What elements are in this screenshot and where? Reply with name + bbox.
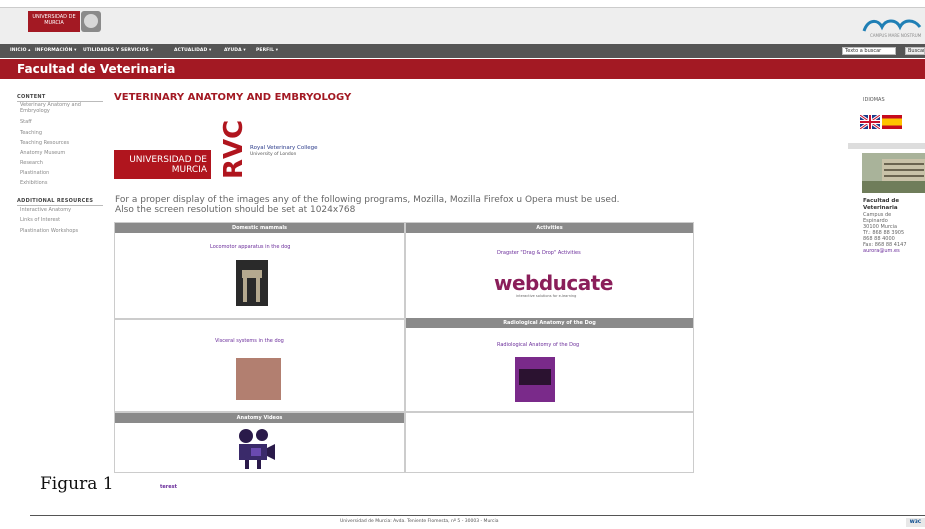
university-seal-icon: [81, 11, 101, 32]
sidebar-item-teaching[interactable]: Teaching: [20, 130, 42, 136]
webducate-logo[interactable]: webducate: [494, 271, 613, 295]
rvc-university: University of London: [250, 152, 297, 157]
sidebar-item-plastination-workshops[interactable]: Plastination Workshops: [20, 228, 78, 234]
link-locomotor[interactable]: Locomotor apparatus in the dog: [210, 244, 290, 250]
footer-address: Universidad de Murcia: Avda. Teniente Fl…: [340, 519, 499, 524]
sidebar-item-plastination[interactable]: Plastination: [20, 170, 49, 176]
cell-empty: [405, 412, 694, 473]
rvc-logo-mark[interactable]: RVC: [218, 119, 248, 181]
languages-label: IDIOMAS: [863, 97, 885, 103]
browser-note: For a proper display of the images any o…: [115, 195, 620, 205]
photo-frame-bar: [848, 143, 925, 149]
sidebar-heading-content: CONTENT: [17, 94, 103, 102]
w3c-badge[interactable]: W3C: [906, 518, 925, 527]
search-input[interactable]: Texto a buscar: [842, 47, 896, 55]
sidebar-item-teaching-resources[interactable]: Teaching Resources: [20, 140, 69, 146]
spanish-flag-icon[interactable]: [882, 115, 902, 129]
campus-logo-text: CAMPUS MARE NOSTRUM: [870, 33, 922, 38]
link-dragster[interactable]: Dragster "Drag & Drop" Activities: [497, 250, 581, 256]
resolution-note: Also the screen resolution should be set…: [115, 205, 356, 215]
link-radiological[interactable]: Radiological Anatomy of the Dog: [497, 342, 579, 348]
sidebar-item-interactive-anatomy[interactable]: Interactive Anatomy: [20, 207, 71, 213]
links-of-interest-link[interactable]: terest: [160, 484, 177, 490]
header-activities: Activities: [406, 223, 693, 233]
footer-divider: [30, 515, 925, 516]
contact-title: Facultad de Veterinaria: [863, 198, 900, 211]
rvc-name: Royal Veterinary College: [250, 145, 318, 151]
nav-item-informacion[interactable]: INFORMACIÓN ▾: [35, 48, 76, 53]
contact-details: Campus de Espinardo 30100 Murcia Tf.: 86…: [863, 212, 907, 254]
webducate-tagline: interactive solutions for e-learning: [516, 294, 577, 298]
sidebar-item-exhibitions[interactable]: Exhibitions: [20, 180, 47, 186]
dog-skeleton-image[interactable]: [236, 260, 268, 306]
sidebar-item-vet-anatomy-line2[interactable]: Embryology: [20, 108, 50, 114]
nav-item-ayuda[interactable]: AYUDA ▾: [224, 48, 246, 53]
nav-item-inicio[interactable]: INICIO ▴: [10, 48, 31, 53]
search-button[interactable]: Buscar: [905, 47, 925, 55]
radiological-image[interactable]: [515, 357, 555, 402]
page-title: VETERINARY ANATOMY AND EMBRYOLOGY: [114, 92, 352, 103]
link-visceral[interactable]: Visceral systems in the dog: [215, 338, 284, 344]
university-logo[interactable]: UNIVERSIDAD DE MURCIA: [28, 11, 80, 32]
faculty-title[interactable]: Facultad de Veterinaria: [17, 62, 175, 76]
video-camera-icon[interactable]: [235, 427, 277, 471]
nav-item-utilidades[interactable]: UTILIDADES Y SERVICIOS ▾: [83, 48, 153, 53]
sidebar-heading-additional: ADDITIONAL RESOURCES: [17, 198, 103, 206]
sidebar-item-anatomy-museum[interactable]: Anatomy Museum: [20, 150, 65, 156]
figure-caption: Figura 1: [40, 474, 114, 494]
top-banner: [0, 7, 925, 44]
header-domestic-mammals: Domestic mammals: [115, 223, 404, 233]
nav-item-perfil[interactable]: PERFIL ▾: [256, 48, 278, 53]
um-logo-large[interactable]: UNIVERSIDAD DE MURCIA: [114, 150, 211, 179]
sidebar-item-staff[interactable]: Staff: [20, 119, 32, 125]
header-radiological: Radiological Anatomy of the Dog: [406, 318, 693, 328]
nav-item-actualidad[interactable]: ACTUALIDAD ▾: [174, 48, 211, 53]
visceral-image[interactable]: [236, 358, 281, 400]
english-flag-icon[interactable]: [860, 115, 880, 129]
header-anatomy-videos: Anatomy Videos: [115, 413, 404, 423]
contact-email-link[interactable]: aurora@um.es: [863, 248, 907, 254]
rvc-mark-text: RVC: [219, 120, 248, 179]
sidebar-item-links[interactable]: Links of Interest: [20, 217, 60, 223]
faculty-building-photo[interactable]: [862, 153, 925, 193]
sidebar-item-research[interactable]: Research: [20, 160, 43, 166]
